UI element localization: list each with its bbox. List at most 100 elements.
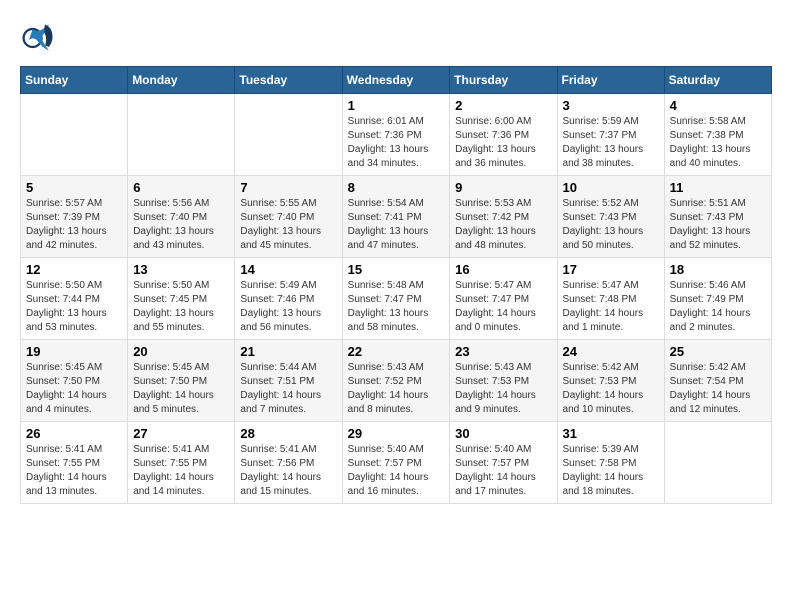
calendar-day-header: Friday (557, 67, 664, 94)
calendar-cell: 15 Sunrise: 5:48 AMSunset: 7:47 PMDayligh… (342, 258, 450, 340)
calendar-cell: 23 Sunrise: 5:43 AMSunset: 7:53 PMDayligh… (450, 340, 557, 422)
calendar-cell: 8Sunrise: 5:54 AMSunset: 7:41 PMDaylight… (342, 176, 450, 258)
day-detail: Sunrise: 5:43 AMSunset: 7:52 PMDaylight:… (348, 361, 445, 417)
day-number: 16 (455, 262, 551, 277)
day-detail: Sunrise: 5:41 AMSunset: 7:56 PMDaylight:… (240, 443, 336, 499)
calendar-cell: 7 Sunrise: 5:55 AMSunset: 7:40 PMDaylight… (235, 176, 342, 258)
logo-icon (20, 20, 56, 56)
day-number: 6 (133, 180, 229, 195)
calendar-cell (21, 94, 128, 176)
calendar-cell: 16 Sunrise: 5:47 AMSunset: 7:47 PMDayligh… (450, 258, 557, 340)
day-detail: Sunrise: 5:43 AMSunset: 7:53 PMDaylight:… (455, 361, 551, 417)
day-detail: Sunrise: 5:40 AMSunset: 7:57 PMDaylight:… (455, 443, 551, 499)
calendar-cell (664, 422, 771, 504)
day-detail: Sunrise: 5:47 AMSunset: 7:47 PMDaylight:… (455, 279, 551, 335)
day-detail: Sunrise: 5:41 AMSunset: 7:55 PMDaylight:… (133, 443, 229, 499)
day-number: 24 (563, 344, 659, 359)
day-detail: Sunrise: 5:42 AMSunset: 7:53 PMDaylight:… (563, 361, 659, 417)
day-number: 10 (563, 180, 659, 195)
day-detail: Sunrise: 5:45 AMSunset: 7:50 PMDaylight:… (26, 361, 122, 417)
day-detail: Sunrise: 5:51 AMSunset: 7:43 PMDaylight:… (670, 197, 766, 253)
calendar-cell: 27 Sunrise: 5:41 AMSunset: 7:55 PMDayligh… (128, 422, 235, 504)
day-detail: Sunrise: 5:44 AMSunset: 7:51 PMDaylight:… (240, 361, 336, 417)
calendar-cell: 19 Sunrise: 5:45 AMSunset: 7:50 PMDayligh… (21, 340, 128, 422)
day-number: 14 (240, 262, 336, 277)
calendar-table: SundayMondayTuesdayWednesdayThursdayFrid… (20, 66, 772, 504)
day-number: 7 (240, 180, 336, 195)
day-detail: Sunrise: 5:46 AMSunset: 7:49 PMDaylight:… (670, 279, 766, 335)
calendar-cell: 25 Sunrise: 5:42 AMSunset: 7:54 PMDayligh… (664, 340, 771, 422)
day-detail: Sunrise: 5:47 AMSunset: 7:48 PMDaylight:… (563, 279, 659, 335)
day-detail: Sunrise: 5:57 AMSunset: 7:39 PMDaylight:… (26, 197, 122, 253)
day-detail: Sunrise: 5:40 AMSunset: 7:57 PMDaylight:… (348, 443, 445, 499)
calendar-cell: 17Sunrise: 5:47 AMSunset: 7:48 PMDayligh… (557, 258, 664, 340)
day-detail: Sunrise: 5:49 AMSunset: 7:46 PMDaylight:… (240, 279, 336, 335)
day-detail: Sunrise: 5:42 AMSunset: 7:54 PMDaylight:… (670, 361, 766, 417)
day-detail: Sunrise: 5:59 AMSunset: 7:37 PMDaylight:… (563, 115, 659, 171)
day-number: 30 (455, 426, 551, 441)
day-detail: Sunrise: 5:52 AMSunset: 7:43 PMDaylight:… (563, 197, 659, 253)
calendar-week-row: 5 Sunrise: 5:57 AMSunset: 7:39 PMDaylight… (21, 176, 772, 258)
day-detail: Sunrise: 5:48 AMSunset: 7:47 PMDaylight:… (348, 279, 445, 335)
day-detail: Sunrise: 5:53 AMSunset: 7:42 PMDaylight:… (455, 197, 551, 253)
day-number: 19 (26, 344, 122, 359)
calendar-day-header: Saturday (664, 67, 771, 94)
day-detail: Sunrise: 5:39 AMSunset: 7:58 PMDaylight:… (563, 443, 659, 499)
calendar-day-header: Monday (128, 67, 235, 94)
day-number: 20 (133, 344, 229, 359)
day-number: 22 (348, 344, 445, 359)
calendar-cell: 20 Sunrise: 5:45 AMSunset: 7:50 PMDayligh… (128, 340, 235, 422)
calendar-header-row: SundayMondayTuesdayWednesdayThursdayFrid… (21, 67, 772, 94)
calendar-week-row: 12 Sunrise: 5:50 AMSunset: 7:44 PMDayligh… (21, 258, 772, 340)
calendar-cell: 22 Sunrise: 5:43 AMSunset: 7:52 PMDayligh… (342, 340, 450, 422)
calendar-cell: 9 Sunrise: 5:53 AMSunset: 7:42 PMDaylight… (450, 176, 557, 258)
day-number: 23 (455, 344, 551, 359)
page-header (20, 20, 772, 56)
calendar-week-row: 19 Sunrise: 5:45 AMSunset: 7:50 PMDayligh… (21, 340, 772, 422)
day-number: 18 (670, 262, 766, 277)
calendar-cell: 31 Sunrise: 5:39 AMSunset: 7:58 PMDayligh… (557, 422, 664, 504)
calendar-cell: 4 Sunrise: 5:58 AMSunset: 7:38 PMDaylight… (664, 94, 771, 176)
calendar-day-header: Thursday (450, 67, 557, 94)
calendar-cell: 18 Sunrise: 5:46 AMSunset: 7:49 PMDayligh… (664, 258, 771, 340)
day-number: 4 (670, 98, 766, 113)
day-number: 13 (133, 262, 229, 277)
day-number: 1 (348, 98, 445, 113)
day-number: 2 (455, 98, 551, 113)
day-number: 5 (26, 180, 122, 195)
calendar-cell: 29Sunrise: 5:40 AMSunset: 7:57 PMDayligh… (342, 422, 450, 504)
day-number: 31 (563, 426, 659, 441)
day-detail: Sunrise: 5:50 AMSunset: 7:45 PMDaylight:… (133, 279, 229, 335)
calendar-cell: 1 Sunrise: 6:01 AMSunset: 7:36 PMDaylight… (342, 94, 450, 176)
day-detail: Sunrise: 6:01 AMSunset: 7:36 PMDaylight:… (348, 115, 445, 171)
calendar-cell: 3Sunrise: 5:59 AMSunset: 7:37 PMDaylight… (557, 94, 664, 176)
day-number: 12 (26, 262, 122, 277)
calendar-day-header: Wednesday (342, 67, 450, 94)
day-detail: Sunrise: 5:50 AMSunset: 7:44 PMDaylight:… (26, 279, 122, 335)
calendar-cell: 13 Sunrise: 5:50 AMSunset: 7:45 PMDayligh… (128, 258, 235, 340)
day-detail: Sunrise: 5:55 AMSunset: 7:40 PMDaylight:… (240, 197, 336, 253)
day-number: 9 (455, 180, 551, 195)
calendar-cell: 10 Sunrise: 5:52 AMSunset: 7:43 PMDayligh… (557, 176, 664, 258)
calendar-cell: 5 Sunrise: 5:57 AMSunset: 7:39 PMDaylight… (21, 176, 128, 258)
day-number: 15 (348, 262, 445, 277)
calendar-cell: 12 Sunrise: 5:50 AMSunset: 7:44 PMDayligh… (21, 258, 128, 340)
day-detail: Sunrise: 5:45 AMSunset: 7:50 PMDaylight:… (133, 361, 229, 417)
day-number: 27 (133, 426, 229, 441)
day-number: 25 (670, 344, 766, 359)
logo (20, 20, 60, 56)
page-container: SundayMondayTuesdayWednesdayThursdayFrid… (0, 0, 792, 514)
day-detail: Sunrise: 5:54 AMSunset: 7:41 PMDaylight:… (348, 197, 445, 253)
calendar-cell: 11 Sunrise: 5:51 AMSunset: 7:43 PMDayligh… (664, 176, 771, 258)
calendar-cell (128, 94, 235, 176)
calendar-cell: 21Sunrise: 5:44 AMSunset: 7:51 PMDayligh… (235, 340, 342, 422)
calendar-day-header: Sunday (21, 67, 128, 94)
day-number: 11 (670, 180, 766, 195)
day-detail: Sunrise: 5:58 AMSunset: 7:38 PMDaylight:… (670, 115, 766, 171)
day-number: 26 (26, 426, 122, 441)
day-number: 28 (240, 426, 336, 441)
calendar-cell: 28 Sunrise: 5:41 AMSunset: 7:56 PMDayligh… (235, 422, 342, 504)
calendar-day-header: Tuesday (235, 67, 342, 94)
calendar-week-row: 26 Sunrise: 5:41 AMSunset: 7:55 PMDayligh… (21, 422, 772, 504)
calendar-cell: 24 Sunrise: 5:42 AMSunset: 7:53 PMDayligh… (557, 340, 664, 422)
